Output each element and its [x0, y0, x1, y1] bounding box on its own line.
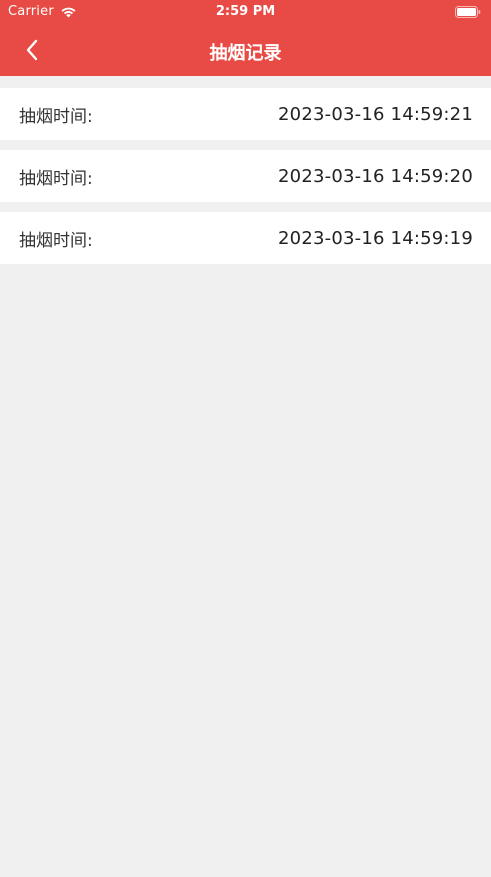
page-title: 抽烟记录 [209, 43, 282, 64]
battery-icon [455, 6, 481, 18]
status-bar: Carrier 2:59 PM [0, 0, 491, 24]
record-label: 抽烟时间: [19, 106, 93, 127]
header: Carrier 2:59 PM 抽烟记录 [0, 0, 491, 76]
record-row[interactable]: 抽烟时间: 2023-03-16 14:59:19 [0, 212, 491, 264]
record-label: 抽烟时间: [19, 230, 93, 251]
status-time: 2:59 PM [215, 4, 276, 19]
record-label: 抽烟时间: [19, 168, 93, 189]
record-time: 2023-03-16 14:59:19 [278, 227, 473, 249]
record-row[interactable]: 抽烟时间: 2023-03-16 14:59:21 [0, 88, 491, 140]
nav-bar: 抽烟记录 [0, 28, 491, 72]
record-time: 2023-03-16 14:59:21 [278, 103, 473, 125]
record-list: 抽烟时间: 2023-03-16 14:59:21 抽烟时间: 2023-03-… [0, 88, 491, 274]
record-row[interactable]: 抽烟时间: 2023-03-16 14:59:20 [0, 150, 491, 202]
record-time: 2023-03-16 14:59:20 [278, 165, 473, 187]
